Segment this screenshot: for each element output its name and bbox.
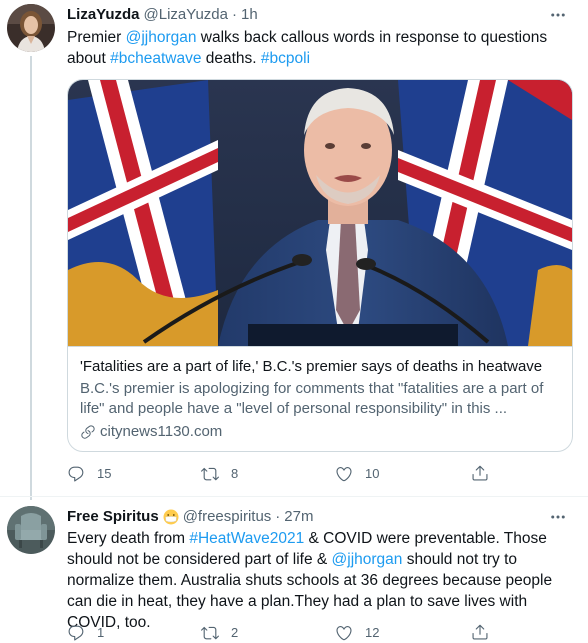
card-body[interactable]: 'Fatalities are a part of life,' B.C.'s … xyxy=(68,346,572,451)
avatar[interactable] xyxy=(7,506,55,554)
mention-link[interactable]: @jjhorgan xyxy=(332,551,403,568)
card-image[interactable] xyxy=(68,80,572,346)
share-button[interactable] xyxy=(471,623,489,641)
author-name[interactable]: Free Spiritus xyxy=(67,507,159,527)
author-handle[interactable]: @freespiritus xyxy=(183,507,272,527)
reply-count: 15 xyxy=(97,466,112,481)
avatar[interactable] xyxy=(7,4,55,52)
link-icon xyxy=(81,425,95,439)
tweet-header: Free Spiritus @freespiritus · 27m xyxy=(67,507,313,527)
like-count: 12 xyxy=(365,625,380,640)
retweet-icon xyxy=(201,626,219,640)
reply-icon xyxy=(68,625,84,641)
mention-link[interactable]: @jjhorgan xyxy=(126,29,197,46)
retweet-count: 8 xyxy=(231,466,239,481)
hashtag-link[interactable]: #bcpoli xyxy=(261,50,310,67)
share-button[interactable] xyxy=(471,464,489,482)
like-button[interactable]: 10 xyxy=(335,464,379,484)
card-title[interactable]: 'Fatalities are a part of life,' B.C.'s … xyxy=(80,357,560,377)
separator: · xyxy=(275,508,281,525)
more-icon[interactable] xyxy=(546,507,570,527)
tweet-actions: 15 8 10 xyxy=(67,464,507,484)
retweet-count: 2 xyxy=(231,625,239,640)
retweet-button[interactable]: 2 xyxy=(201,623,238,643)
thread-line xyxy=(30,56,32,500)
card-domain: citynews1130.com xyxy=(80,422,560,442)
text-segment: Every death from xyxy=(67,530,190,547)
tweet-actions: 1 2 12 xyxy=(67,623,507,643)
tweet[interactable]: Free Spiritus @freespiritus · 27m Every … xyxy=(0,497,588,643)
retweet-icon xyxy=(201,467,219,481)
card-domain-text[interactable]: citynews1130.com xyxy=(100,422,222,442)
like-count: 10 xyxy=(365,466,380,481)
retweet-button[interactable]: 8 xyxy=(201,464,238,484)
timestamp[interactable]: 1h xyxy=(241,5,258,25)
face-with-mask-emoji xyxy=(163,509,179,525)
more-icon[interactable] xyxy=(546,5,570,25)
timestamp[interactable]: 27m xyxy=(284,507,313,527)
like-button[interactable]: 12 xyxy=(335,623,379,643)
text-segment: Premier xyxy=(67,29,126,46)
tweet-text: Premier @jjhorgan walks back callous wor… xyxy=(67,27,577,69)
author-name[interactable]: LizaYuzda xyxy=(67,5,140,25)
separator: · xyxy=(231,6,237,23)
like-icon xyxy=(336,467,352,482)
tweet-header: LizaYuzda @LizaYuzda · 1h xyxy=(67,5,258,25)
reply-button[interactable]: 1 xyxy=(67,623,104,643)
share-icon xyxy=(472,465,488,481)
like-icon xyxy=(336,626,352,641)
author-handle[interactable]: @LizaYuzda xyxy=(144,5,228,25)
link-card[interactable]: 'Fatalities are a part of life,' B.C.'s … xyxy=(67,79,573,452)
tweet[interactable]: LizaYuzda @LizaYuzda · 1h Premier @jjhor… xyxy=(0,0,588,500)
hashtag-link[interactable]: #bcheatwave xyxy=(110,50,201,67)
reply-icon xyxy=(68,466,84,482)
tweet-text: Every death from #HeatWave2021 & COVID w… xyxy=(67,528,577,633)
text-segment: deaths. xyxy=(201,50,261,67)
reply-count: 1 xyxy=(97,625,105,640)
reply-button[interactable]: 15 xyxy=(67,464,111,484)
card-description: B.C.'s premier is apologizing for commen… xyxy=(80,380,544,417)
hashtag-link[interactable]: #HeatWave2021 xyxy=(189,530,304,547)
share-icon xyxy=(472,624,488,640)
